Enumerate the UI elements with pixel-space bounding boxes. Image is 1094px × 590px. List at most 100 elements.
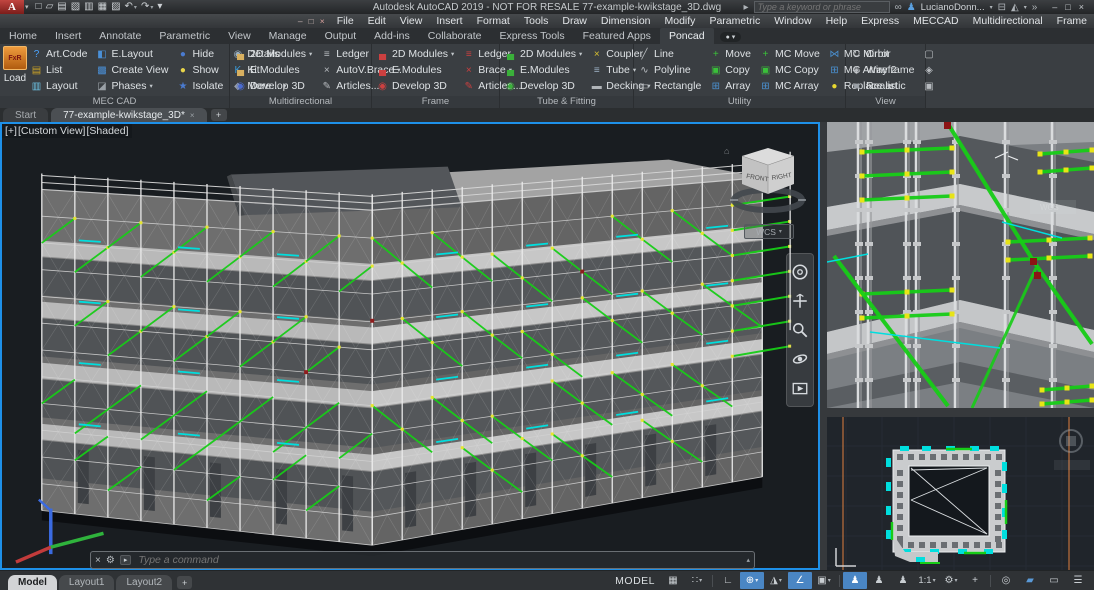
menu-express[interactable]: Express	[854, 15, 906, 27]
mc-move-button[interactable]: +MC Move	[758, 46, 821, 62]
command-customize-icon[interactable]: ⚙	[106, 555, 115, 566]
full-navigation-wheel-icon[interactable]	[791, 263, 809, 281]
viewport-visual-style-control[interactable]: [Shaded]	[86, 125, 128, 137]
user-dropdown-icon[interactable]: ▾	[990, 4, 993, 11]
realistic-button[interactable]: ■Realistic	[849, 78, 915, 94]
status-clean-screen[interactable]: ▭	[1042, 572, 1066, 589]
layout-tab-model[interactable]: Model	[8, 575, 57, 590]
layout-tab-layout1[interactable]: Layout1	[59, 575, 115, 590]
ribbon-tab-manage[interactable]: Manage	[260, 28, 316, 44]
undo-icon[interactable]: ↶▾	[125, 1, 137, 14]
status-graphics-performance[interactable]: ▰	[1018, 572, 1042, 589]
search-input[interactable]	[754, 1, 890, 13]
polyline-button[interactable]: ∿Polyline	[637, 62, 702, 78]
showmotion-icon[interactable]	[791, 379, 809, 397]
e-layout-button[interactable]: ◧E.Layout	[94, 46, 169, 62]
isolate-button[interactable]: ★Isolate	[175, 78, 224, 94]
mc-copy-button[interactable]: ▣MC Copy	[758, 62, 821, 78]
status-tray-plus[interactable]: +	[963, 572, 987, 589]
file-tab-start[interactable]: Start	[3, 108, 48, 122]
viewport-splitter-horizontal[interactable]	[827, 408, 1094, 417]
command-line[interactable]: × ⚙ ▸ ▴	[90, 551, 755, 569]
command-input[interactable]	[136, 553, 741, 567]
file-tab-77-example-kwikstage-3d[interactable]: 77-example-kwikstage_3D*×	[51, 108, 206, 122]
pan-icon[interactable]	[791, 292, 809, 310]
move-button[interactable]: +Move	[708, 46, 752, 62]
wireframe-button[interactable]: ◈Wireframe	[849, 62, 915, 78]
menu-tools[interactable]: Tools	[517, 15, 556, 27]
tab-close-icon[interactable]: ×	[190, 111, 195, 120]
art-code-button[interactable]: ?Art.Code	[29, 46, 88, 62]
e-modules-button[interactable]: ▄E.Modules	[503, 62, 583, 78]
search-expand-icon[interactable]: ▸	[744, 2, 749, 13]
menu-parametric[interactable]: Parametric	[702, 15, 767, 27]
status-annotation-scale-value[interactable]: 1:1▾	[915, 572, 939, 589]
cart-icon[interactable]: ⊟	[998, 2, 1006, 13]
doc-close-button[interactable]: ×	[320, 16, 325, 26]
2d-modules-button[interactable]: ▄2D Modules▾	[503, 46, 583, 62]
autocad-logo-icon[interactable]: A	[0, 0, 24, 14]
menu-format[interactable]: Format	[470, 15, 517, 27]
list-button[interactable]: ▤List	[29, 62, 88, 78]
develop-3d-button[interactable]: ◉Develop 3D	[503, 78, 583, 94]
create-view-button[interactable]: ▩Create View	[94, 62, 169, 78]
menu-multidirectional[interactable]: Multidirectional	[966, 15, 1050, 27]
status-annotation-visibility[interactable]: ♟	[843, 572, 867, 589]
status-object-snap-tracking[interactable]: ∠	[788, 572, 812, 589]
menu-window[interactable]: Window	[767, 15, 818, 27]
e-modules-button[interactable]: ▄E.Modules	[375, 62, 455, 78]
ribbon-tab-featured-apps[interactable]: Featured Apps	[574, 28, 660, 44]
toolbar-overflow-icon[interactable]: »	[1032, 2, 1038, 13]
orbit-icon[interactable]	[791, 350, 809, 368]
new-drawing-button[interactable]: +	[211, 109, 227, 121]
menu-edit[interactable]: Edit	[361, 15, 393, 27]
publish-icon[interactable]: ▦	[98, 1, 107, 13]
command-recent-icon[interactable]: ▸	[120, 555, 132, 565]
dropdown-arrow-icon[interactable]: ▾	[150, 5, 153, 11]
menu-insert[interactable]: Insert	[429, 15, 469, 27]
ribbon-tab-view[interactable]: View	[219, 28, 260, 44]
menu-help[interactable]: Help	[819, 15, 855, 27]
menu-view[interactable]: View	[393, 15, 430, 27]
status-ortho-mode[interactable]: ∟	[716, 572, 740, 589]
plan-viewport[interactable]	[827, 417, 1094, 570]
doc-minimize-button[interactable]: –	[298, 16, 303, 26]
line-button[interactable]: ╱Line	[637, 46, 702, 62]
ribbon-tab-parametric[interactable]: Parametric	[150, 28, 219, 44]
layout-tab-layout2[interactable]: Layout2	[116, 575, 172, 590]
open-file-icon[interactable]: ▱	[46, 1, 54, 13]
ribbon-tab-poncad[interactable]: Poncad	[660, 28, 714, 44]
status-customization-menu[interactable]: ☰	[1066, 572, 1090, 589]
status-annotation-autoscale[interactable]: ♟	[867, 572, 891, 589]
load-button[interactable]: FxRLoad	[3, 46, 27, 96]
copy-button[interactable]: ▣Copy	[708, 62, 752, 78]
ribbon-tab-annotate[interactable]: Annotate	[90, 28, 150, 44]
new-layout-button[interactable]: +	[177, 576, 192, 589]
ribbon-tab-output[interactable]: Output	[316, 28, 366, 44]
menu-meccad[interactable]: MECCAD	[906, 15, 966, 27]
array-button[interactable]: ⊞Array	[708, 78, 752, 94]
status-grid-mode[interactable]: ▦	[661, 572, 685, 589]
status-polar-tracking[interactable]: ⊕▾	[740, 572, 764, 589]
2d-modules-button[interactable]: ▄2D Modules▾	[233, 46, 313, 62]
doc-restore-button[interactable]: □	[309, 16, 314, 26]
e-modules-button[interactable]: ▄E.Modules	[233, 62, 313, 78]
a360-icon[interactable]: ◭	[1011, 2, 1019, 13]
status-workspace-switching[interactable]: ⚙▾	[939, 572, 963, 589]
rectangle-button[interactable]: ▭Rectangle	[637, 78, 702, 94]
menu-modify[interactable]: Modify	[658, 15, 703, 27]
layout-button[interactable]: ▥Layout	[29, 78, 88, 94]
develop-3d-button[interactable]: ◉Develop 3D	[375, 78, 455, 94]
main-viewport[interactable]	[0, 122, 820, 570]
dropdown-arrow-icon[interactable]: ▾	[134, 5, 137, 11]
print-icon[interactable]: ▨	[111, 1, 120, 13]
a360-dropdown-icon[interactable]: ▾	[1024, 4, 1027, 11]
menu-frame[interactable]: Frame	[1050, 15, 1094, 27]
menu-dimension[interactable]: Dimension	[594, 15, 658, 27]
phases-button[interactable]: ◪Phases▾	[94, 78, 169, 94]
orbit-button[interactable]: ↻Orbit	[849, 46, 915, 62]
qat-customize-icon[interactable]: ▾	[157, 1, 162, 13]
command-close-icon[interactable]: ×	[95, 555, 101, 566]
status-object-snap[interactable]: ▣▾	[812, 572, 836, 589]
ribbon-tab-home[interactable]: Home	[0, 28, 46, 44]
